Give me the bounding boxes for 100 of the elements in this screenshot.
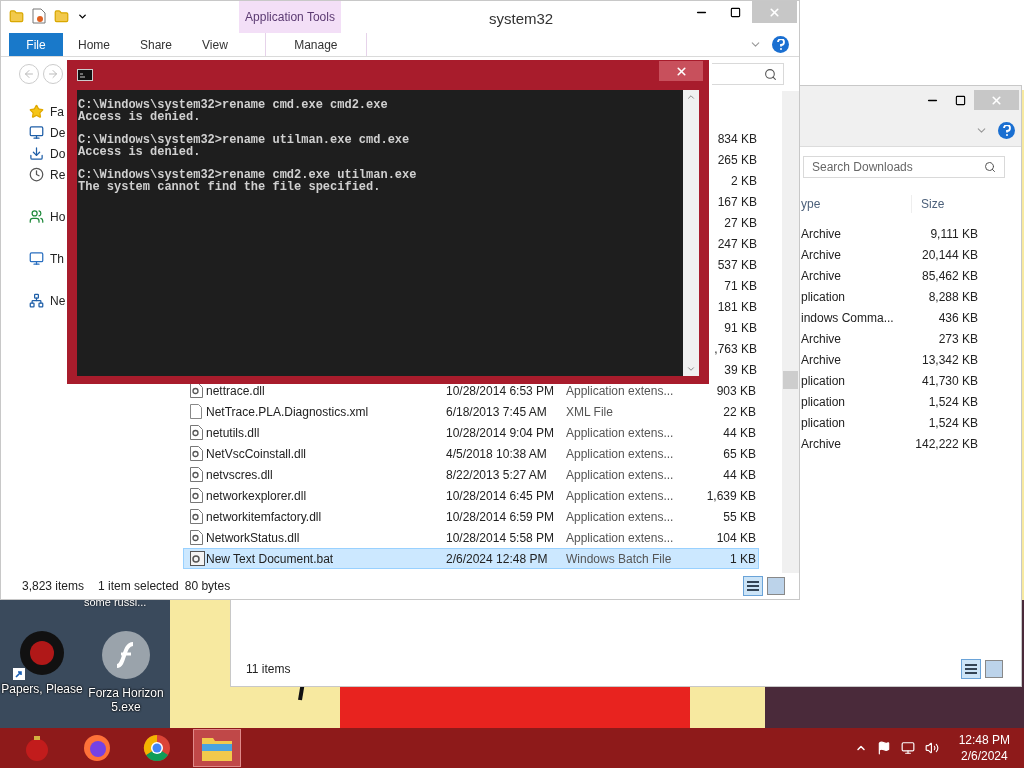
ribbon-tab[interactable]: Home (63, 33, 125, 56)
help-icon[interactable] (998, 121, 1015, 139)
gear-file-icon (190, 425, 203, 440)
table-cell-text: 55 KB (722, 508, 757, 526)
table-cell-text: networkitemfactory.dll (206, 508, 323, 526)
table-cell-text: Archive (801, 246, 842, 264)
scrollbar[interactable] (782, 91, 799, 573)
table-cell-text: 65 KB (722, 445, 757, 463)
nav-item[interactable]: Ne (50, 291, 66, 310)
file-row[interactable]: NetTrace.PLA.Diagnostics.xml 6/18/2013 7:45 AM XML File 22 KB (183, 401, 759, 422)
table-cell-text: 537 KB (717, 256, 757, 274)
details-view-icon[interactable] (743, 576, 763, 596)
document-icon[interactable] (32, 8, 46, 24)
table-cell-text: 10/28/2014 6:53 PM (446, 382, 556, 400)
thumbnail-view-icon[interactable] (767, 577, 785, 595)
status-text: 80 bytes (184, 578, 231, 595)
ribbon-tab[interactable]: Share (125, 33, 188, 56)
column-header[interactable]: Size (911, 195, 981, 213)
nav-item[interactable]: Re (50, 165, 66, 184)
nav-item[interactable]: Th (50, 249, 64, 268)
table-cell-text: 436 KB (937, 309, 978, 327)
context-tab-header: Application Tools (239, 1, 341, 33)
scrollbar[interactable] (683, 90, 699, 376)
search-field[interactable]: Search Downloads (803, 156, 1005, 178)
gear-file-icon (190, 446, 203, 461)
table-cell-text: 10/28/2014 9:04 PM (446, 424, 556, 442)
table-cell-text: Archive (801, 435, 842, 453)
gear-file-icon (190, 551, 205, 566)
gear-file-icon (190, 467, 203, 482)
console-output: Access is denied. (78, 146, 201, 159)
table-cell-text: 9,111 KB (929, 225, 978, 243)
table-cell-text: 8/22/2013 5:27 AM (446, 466, 548, 484)
column-header[interactable]: ype (801, 195, 911, 213)
taskbar-app-button[interactable] (193, 729, 241, 767)
close-icon (990, 93, 1003, 107)
back-arrow-icon (23, 68, 35, 80)
ribbon-tab[interactable]: View (187, 33, 243, 56)
table-cell-text: 27 KB (724, 214, 757, 232)
file-row[interactable]: netvscres.dll 8/22/2013 5:27 AM Application extens... 44 KB (183, 464, 759, 485)
details-view-icon[interactable] (961, 659, 981, 679)
nav-item[interactable]: Do (50, 144, 66, 163)
file-tab[interactable]: File (9, 33, 63, 56)
table-cell-text: NetVscCoinstall.dll (206, 445, 308, 463)
people-icon (29, 209, 44, 224)
table-cell-text: XML File (566, 403, 614, 421)
table-cell-text: Archive (801, 225, 842, 243)
folder-icon[interactable] (9, 8, 24, 24)
maximize-icon (729, 6, 741, 18)
flash-player-icon (101, 630, 151, 680)
table-cell-text: netvscres.dll (206, 466, 274, 484)
scrollbar-thumb[interactable] (783, 371, 798, 389)
file-row[interactable]: NetworkStatus.dll 10/28/2014 5:58 PM Application extens... 104 KB (183, 527, 759, 548)
file-row[interactable]: netutils.dll 10/28/2014 9:04 PM Application extens... 44 KB (183, 422, 759, 443)
table-cell-text: Archive (801, 267, 842, 285)
thumbnail-view-icon[interactable] (985, 660, 1003, 678)
table-cell-text: networkexplorer.dll (206, 487, 308, 505)
nav-item[interactable]: Ho (50, 207, 66, 226)
flag-icon[interactable] (876, 741, 891, 755)
table-cell-text: plication (801, 414, 847, 432)
network-icon[interactable] (900, 741, 915, 755)
file-row[interactable]: New Text Document.bat 2/6/2024 12:48 PM Windows Batch File 1 KB (183, 548, 759, 569)
desktop-icon-label: some russi... (84, 595, 147, 610)
speaker-icon[interactable] (924, 741, 939, 755)
table-cell-text: 2 KB (731, 172, 757, 190)
table-cell-text: 903 KB (715, 382, 757, 400)
table-cell-text: 85,462 KB (920, 267, 978, 285)
table-cell-text: 4/5/2018 10:38 AM (446, 445, 548, 463)
nav-item[interactable]: Fa (50, 102, 64, 121)
file-row[interactable]: networkexplorer.dll 10/28/2014 6:45 PM Application extens... 1,639 KB (183, 485, 759, 506)
table-cell-text: 44 KB (722, 466, 757, 484)
console-command: C:\Windows\system32>rename cmd.exe cmd2.exe (78, 100, 389, 112)
monitor-icon (29, 251, 44, 266)
scroll-up-icon[interactable] (686, 92, 696, 102)
clock[interactable]: 12:48 PM 2/6/2024 (958, 732, 1010, 764)
table-cell-text: Application extens... (566, 445, 675, 463)
browser-fox-icon (82, 733, 112, 763)
nav-item[interactable]: De (50, 123, 66, 142)
table-cell-text: 39 KB (724, 361, 757, 379)
close-button[interactable] (659, 61, 703, 81)
table-cell-text: 13,342 KB (920, 351, 978, 369)
shortcut-arrow-icon (13, 668, 25, 680)
file-row[interactable]: networkitemfactory.dll 10/28/2014 6:59 PM Application extens... 55 KB (183, 506, 759, 527)
table-cell-text: plication (801, 372, 847, 390)
network-icon (29, 293, 44, 308)
table-cell-text: 247 KB (717, 235, 757, 253)
console-output: Access is denied. (78, 111, 201, 124)
table-cell-text: 8,288 KB (927, 288, 978, 306)
window-title: system32 (489, 9, 554, 29)
folder-icon[interactable] (54, 8, 69, 24)
desktop-shortcut[interactable]: Papers, Please (0, 630, 84, 714)
desktop-shortcut[interactable]: Forza Horizon 5.exe (84, 630, 168, 714)
search-field[interactable] (712, 63, 784, 85)
table-cell-text: Windows Batch File (566, 550, 673, 568)
desktop-icon-label: Papers, Please (1, 682, 83, 696)
file-row[interactable]: NetVscCoinstall.dll 4/5/2018 10:38 AM Application extens... 65 KB (183, 443, 759, 464)
help-icon[interactable] (772, 36, 789, 53)
scroll-down-icon[interactable] (686, 364, 696, 374)
table-cell-text: indows Comma... (801, 309, 895, 327)
console-command: C:\Windows\system32>rename utilman.exe cmd.exe (78, 135, 411, 147)
close-icon (768, 5, 781, 19)
